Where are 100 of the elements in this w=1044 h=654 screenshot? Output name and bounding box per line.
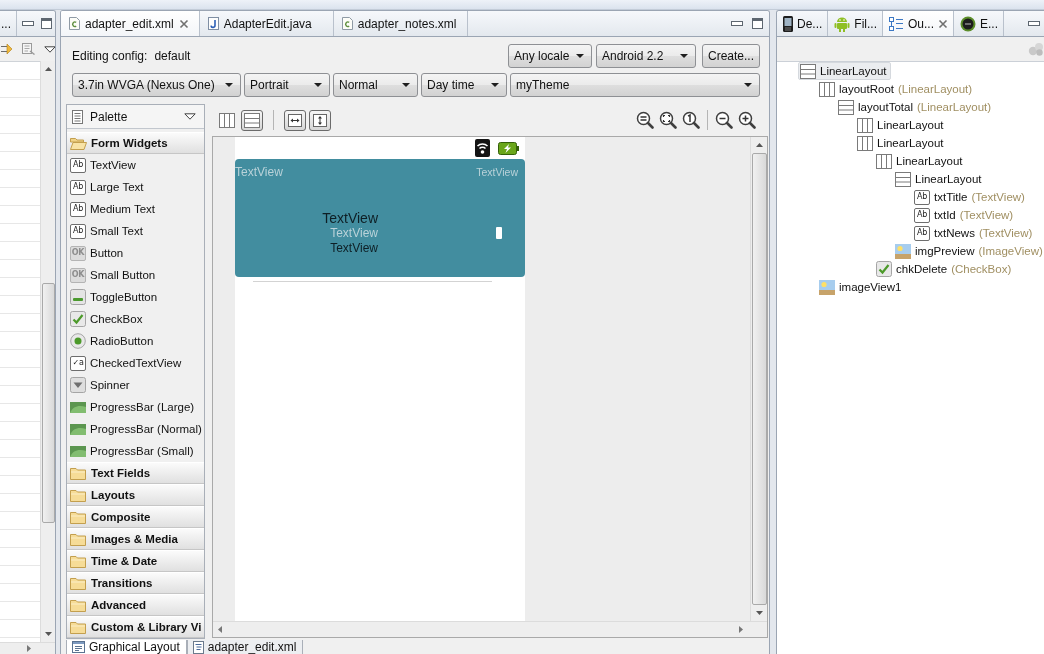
tree-item[interactable]: LinearLayout	[855, 116, 948, 134]
scroll-left-icon[interactable]	[218, 626, 222, 633]
palette-item[interactable]: CheckBox	[67, 308, 204, 330]
maximize-icon[interactable]	[41, 18, 52, 29]
tree-item[interactable]: LinearLayout	[893, 170, 986, 188]
palette-category[interactable]: Images & Media	[67, 528, 204, 550]
scroll-up-icon[interactable]	[755, 143, 763, 147]
tree-item[interactable]: LinearLayout	[798, 62, 891, 80]
palette-category[interactable]: Layouts	[67, 484, 204, 506]
title-text: TextView	[322, 210, 378, 226]
palette-item[interactable]: OK Button	[67, 242, 204, 264]
palette-item[interactable]: ProgressBar (Normal)	[67, 418, 204, 440]
document-search-icon[interactable]	[22, 43, 35, 55]
zoom-in-icon[interactable]	[738, 111, 756, 129]
tree-item[interactable]: layoutRoot (LinearLayout)	[817, 80, 977, 98]
id-text: TextView	[330, 226, 378, 241]
time-dropdown[interactable]: Day time	[421, 73, 507, 97]
palette-item[interactable]: ProgressBar (Large)	[67, 396, 204, 418]
view-tab[interactable]: E...	[954, 11, 1005, 36]
palette-item[interactable]: ToggleButton	[67, 286, 204, 308]
palette-item[interactable]: Ab TextView	[67, 154, 204, 176]
view-menu-icon[interactable]	[184, 113, 196, 120]
palette-category[interactable]: Time & Date	[67, 550, 204, 572]
theme-dropdown[interactable]: myTheme	[510, 73, 760, 97]
palette-item[interactable]: RadioButton	[67, 330, 204, 352]
palette-item[interactable]: ✓a CheckedTextView	[67, 352, 204, 374]
zoom-out-icon[interactable]	[715, 111, 733, 129]
battery-icon	[498, 141, 519, 155]
text-document-icon	[192, 640, 204, 654]
scrollbar-thumb[interactable]	[41, 283, 55, 523]
text-icon: Ab	[914, 225, 930, 241]
palette-item[interactable]: OK Small Button	[67, 264, 204, 286]
tree-item[interactable]: imageView1	[817, 278, 906, 296]
tree-item[interactable]: Ab txtNews (TextView)	[912, 224, 1037, 242]
editor-mode-tab[interactable]: Graphical Layout	[66, 640, 187, 654]
file-tab[interactable]: adapter_edit.xml	[61, 11, 200, 36]
palette-category[interactable]: Transitions	[67, 572, 204, 594]
text-icon: Ab	[70, 201, 86, 217]
scroll-right-icon[interactable]	[27, 645, 31, 652]
view-menu-icon[interactable]	[44, 45, 55, 53]
file-tab[interactable]: adapter_notes.xml	[333, 11, 468, 36]
tree-item[interactable]: layoutTotal (LinearLayout)	[836, 98, 996, 116]
checkbox-icon	[876, 261, 892, 277]
create-button[interactable]: Create...	[701, 44, 760, 68]
zoom-actual-icon[interactable]	[682, 111, 700, 129]
minimize-icon[interactable]	[22, 21, 34, 26]
palette-category[interactable]: Advanced	[67, 594, 204, 616]
close-icon[interactable]	[938, 18, 949, 29]
zoom-fit-icon[interactable]	[636, 111, 654, 129]
device-dropdown[interactable]: 3.7in WVGA (Nexus One)	[72, 73, 241, 97]
scroll-down-icon[interactable]	[755, 611, 763, 615]
maximize-icon[interactable]	[752, 18, 763, 29]
zoom-area-icon[interactable]	[659, 111, 677, 129]
disc-icon	[960, 15, 977, 32]
tree-item[interactable]: Ab txtTitle (TextView)	[912, 188, 1029, 206]
tree-item[interactable]: Ab txtId (TextView)	[912, 206, 1018, 224]
horizontal-scrollbar[interactable]	[0, 642, 55, 654]
palette-category[interactable]: Text Fields	[67, 462, 204, 484]
text-icon: Ab	[70, 157, 86, 173]
tree-item[interactable]: chkDelete (CheckBox)	[874, 260, 1016, 278]
orientation-dropdown[interactable]: Portrait	[244, 73, 330, 97]
scroll-down-icon[interactable]	[44, 632, 52, 636]
node-type: (LinearLayout)	[898, 83, 973, 95]
palette-item[interactable]: Ab Large Text	[67, 176, 204, 198]
minimize-icon[interactable]	[1028, 21, 1040, 26]
palette-item[interactable]: ProgressBar (Small)	[67, 440, 204, 462]
horizontal-arrows-icon	[288, 113, 302, 127]
vertical-scrollbar[interactable]	[40, 61, 55, 642]
folder-icon	[70, 532, 87, 546]
view-tab[interactable]: Ou...	[883, 11, 955, 36]
tree-item[interactable]: LinearLayout	[855, 134, 948, 152]
screen-size-dropdown[interactable]: Normal	[333, 73, 418, 97]
palette-category[interactable]: Composite	[67, 506, 204, 528]
robot-icon	[834, 15, 851, 32]
view-tab[interactable]: De...	[777, 11, 829, 36]
close-icon[interactable]	[178, 18, 189, 29]
palette-category[interactable]: Custom & Library Vi	[67, 616, 204, 638]
palette-item[interactable]: Spinner	[67, 374, 204, 396]
palette-item[interactable]: Ab Small Text	[67, 220, 204, 242]
caret-icon	[744, 83, 752, 87]
locale-dropdown[interactable]: Any locale	[507, 44, 592, 68]
fit-height-button[interactable]	[309, 109, 331, 131]
folder-icon	[70, 488, 87, 502]
tree-item[interactable]: imgPreview (ImageView)	[893, 242, 1044, 260]
text-icon: Ab	[70, 223, 86, 239]
fit-width-button[interactable]	[284, 109, 306, 131]
editor-mode-tab[interactable]: adapter_edit.xml	[186, 640, 304, 654]
file-tab[interactable]: AdapterEdit.java	[199, 11, 334, 36]
scroll-right-icon[interactable]	[739, 626, 743, 633]
minimize-icon[interactable]	[731, 21, 743, 26]
arrow-icon[interactable]	[1, 43, 13, 55]
document-icon	[341, 17, 353, 30]
view-tab[interactable]: ...	[0, 11, 17, 36]
scroll-up-icon[interactable]	[44, 67, 52, 71]
palette-item[interactable]: Ab Medium Text	[67, 198, 204, 220]
palette-category[interactable]: Form Widgets	[67, 132, 204, 154]
target-dropdown[interactable]: Android 2.2	[595, 44, 696, 68]
tree-item[interactable]: LinearLayout	[874, 152, 967, 170]
rows-layout-button[interactable]	[241, 109, 263, 131]
node-type: (CheckBox)	[951, 263, 1012, 275]
